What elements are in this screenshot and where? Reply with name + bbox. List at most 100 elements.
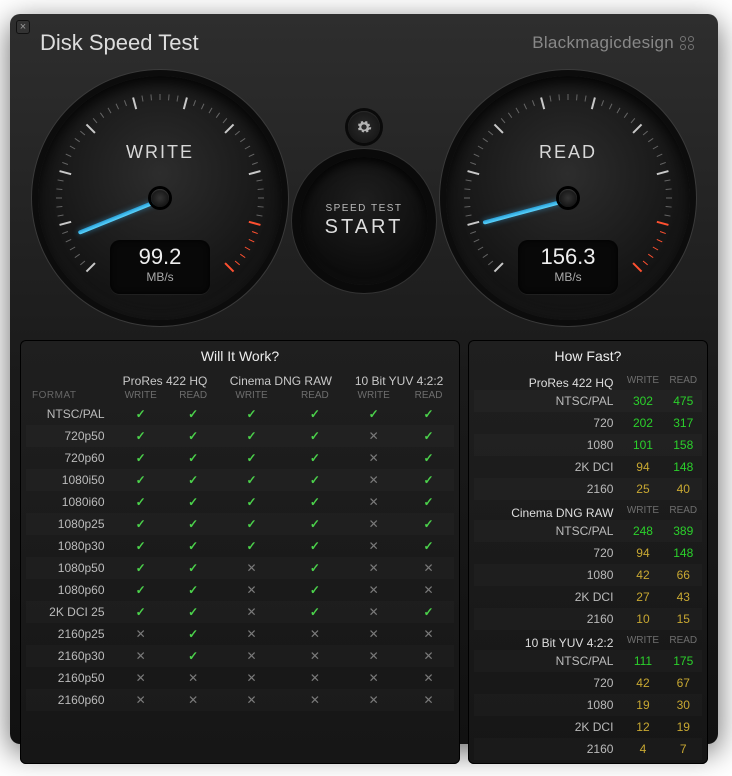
check-icon: ✓: [286, 447, 345, 469]
check-icon: ✓: [218, 491, 286, 513]
format-label: 2K DCI: [474, 586, 621, 608]
table-row: 2K DCI1219: [474, 716, 702, 738]
check-icon: ✓: [286, 601, 345, 623]
check-icon: ✓: [113, 491, 169, 513]
table-row: 21601015: [474, 608, 702, 630]
table-row: 720p60✓✓✓✓✕✓: [26, 447, 454, 469]
write-fps: 248: [621, 520, 664, 542]
read-fps: 43: [665, 586, 703, 608]
table-row: NTSC/PAL248389: [474, 520, 702, 542]
hf-section-header: ProRes 422 HQWRITEREAD: [474, 370, 702, 390]
check-icon: ✓: [169, 403, 218, 425]
brand-logo: Blackmagicdesign: [532, 33, 694, 53]
write-fps: 202: [621, 412, 664, 434]
format-label: 1080: [474, 434, 621, 456]
format-label: 1080p25: [26, 513, 113, 535]
cross-icon: ✕: [403, 667, 454, 689]
codec-header: ProRes 422 HQ: [113, 370, 218, 388]
cross-icon: ✕: [286, 623, 345, 645]
format-label: NTSC/PAL: [474, 650, 621, 672]
cross-icon: ✕: [344, 557, 403, 579]
check-icon: ✓: [218, 469, 286, 491]
sub-header: WRITE: [621, 500, 664, 520]
check-icon: ✓: [286, 403, 345, 425]
table-row: 720202317: [474, 412, 702, 434]
close-button[interactable]: ×: [16, 20, 30, 34]
format-label: 2160p25: [26, 623, 113, 645]
check-icon: ✓: [286, 579, 345, 601]
read-fps: 389: [665, 520, 703, 542]
cross-icon: ✕: [218, 667, 286, 689]
check-icon: ✓: [169, 645, 218, 667]
format-label: 1080: [474, 564, 621, 586]
check-icon: ✓: [286, 513, 345, 535]
format-label: NTSC/PAL: [474, 390, 621, 412]
write-fps: 101: [621, 434, 664, 456]
table-row: 1080i60✓✓✓✓✕✓: [26, 491, 454, 513]
hf-table: ProRes 422 HQWRITEREADNTSC/PAL3024757202…: [474, 370, 702, 760]
cross-icon: ✕: [344, 447, 403, 469]
format-label: 2160p50: [26, 667, 113, 689]
table-row: 216047: [474, 738, 702, 760]
check-icon: ✓: [113, 403, 169, 425]
hf-title: How Fast?: [474, 348, 702, 370]
cross-icon: ✕: [286, 689, 345, 711]
table-row: NTSC/PAL✓✓✓✓✓✓: [26, 403, 454, 425]
write-gauge-label: WRITE: [38, 142, 282, 163]
check-icon: ✓: [113, 447, 169, 469]
format-label: 720p50: [26, 425, 113, 447]
cross-icon: ✕: [286, 667, 345, 689]
read-fps: 15: [665, 608, 703, 630]
table-row: 2160p30✕✓✕✕✕✕: [26, 645, 454, 667]
read-fps: 158: [665, 434, 703, 456]
settings-button[interactable]: [348, 111, 380, 143]
wiw-table: ProRes 422 HQCinema DNG RAW10 Bit YUV 4:…: [26, 370, 454, 711]
app-window: × Disk Speed Test Blackmagicdesign WRITE…: [10, 14, 718, 744]
check-icon: ✓: [403, 535, 454, 557]
check-icon: ✓: [218, 425, 286, 447]
check-icon: ✓: [344, 403, 403, 425]
format-label: 2K DCI: [474, 456, 621, 478]
read-fps: 67: [665, 672, 703, 694]
cross-icon: ✕: [344, 513, 403, 535]
cross-icon: ✕: [113, 689, 169, 711]
check-icon: ✓: [113, 469, 169, 491]
cross-icon: ✕: [344, 667, 403, 689]
table-row: 1080p50✓✓✕✓✕✕: [26, 557, 454, 579]
format-label: NTSC/PAL: [26, 403, 113, 425]
write-fps: 111: [621, 650, 664, 672]
write-fps: 42: [621, 564, 664, 586]
cross-icon: ✕: [113, 645, 169, 667]
table-row: 2K DCI2743: [474, 586, 702, 608]
read-fps: 7: [665, 738, 703, 760]
header: Disk Speed Test Blackmagicdesign: [10, 14, 718, 66]
table-row: 1080p60✓✓✕✓✕✕: [26, 579, 454, 601]
format-label: 1080p50: [26, 557, 113, 579]
format-label: 720: [474, 412, 621, 434]
format-label: NTSC/PAL: [474, 520, 621, 542]
cross-icon: ✕: [344, 579, 403, 601]
check-icon: ✓: [169, 447, 218, 469]
check-icon: ✓: [403, 469, 454, 491]
cross-icon: ✕: [403, 623, 454, 645]
cross-icon: ✕: [403, 689, 454, 711]
cross-icon: ✕: [218, 689, 286, 711]
codec-header: 10 Bit YUV 4:2:2: [344, 370, 454, 388]
table-row: 1080i50✓✓✓✓✕✓: [26, 469, 454, 491]
check-icon: ✓: [113, 425, 169, 447]
format-label: 720: [474, 672, 621, 694]
write-fps: 19: [621, 694, 664, 716]
read-fps: 30: [665, 694, 703, 716]
table-row: 1080101158: [474, 434, 702, 456]
table-row: 21602540: [474, 478, 702, 500]
sub-header: WRITE: [218, 388, 286, 403]
write-fps: 10: [621, 608, 664, 630]
wiw-thead: ProRes 422 HQCinema DNG RAW10 Bit YUV 4:…: [26, 370, 454, 403]
check-icon: ✓: [113, 601, 169, 623]
format-label: 2K DCI: [474, 716, 621, 738]
cross-icon: ✕: [344, 689, 403, 711]
check-icon: ✓: [169, 557, 218, 579]
read-readout: 156.3 MB/s: [518, 240, 618, 294]
cross-icon: ✕: [403, 557, 454, 579]
start-button[interactable]: SPEED TEST START: [300, 157, 428, 285]
